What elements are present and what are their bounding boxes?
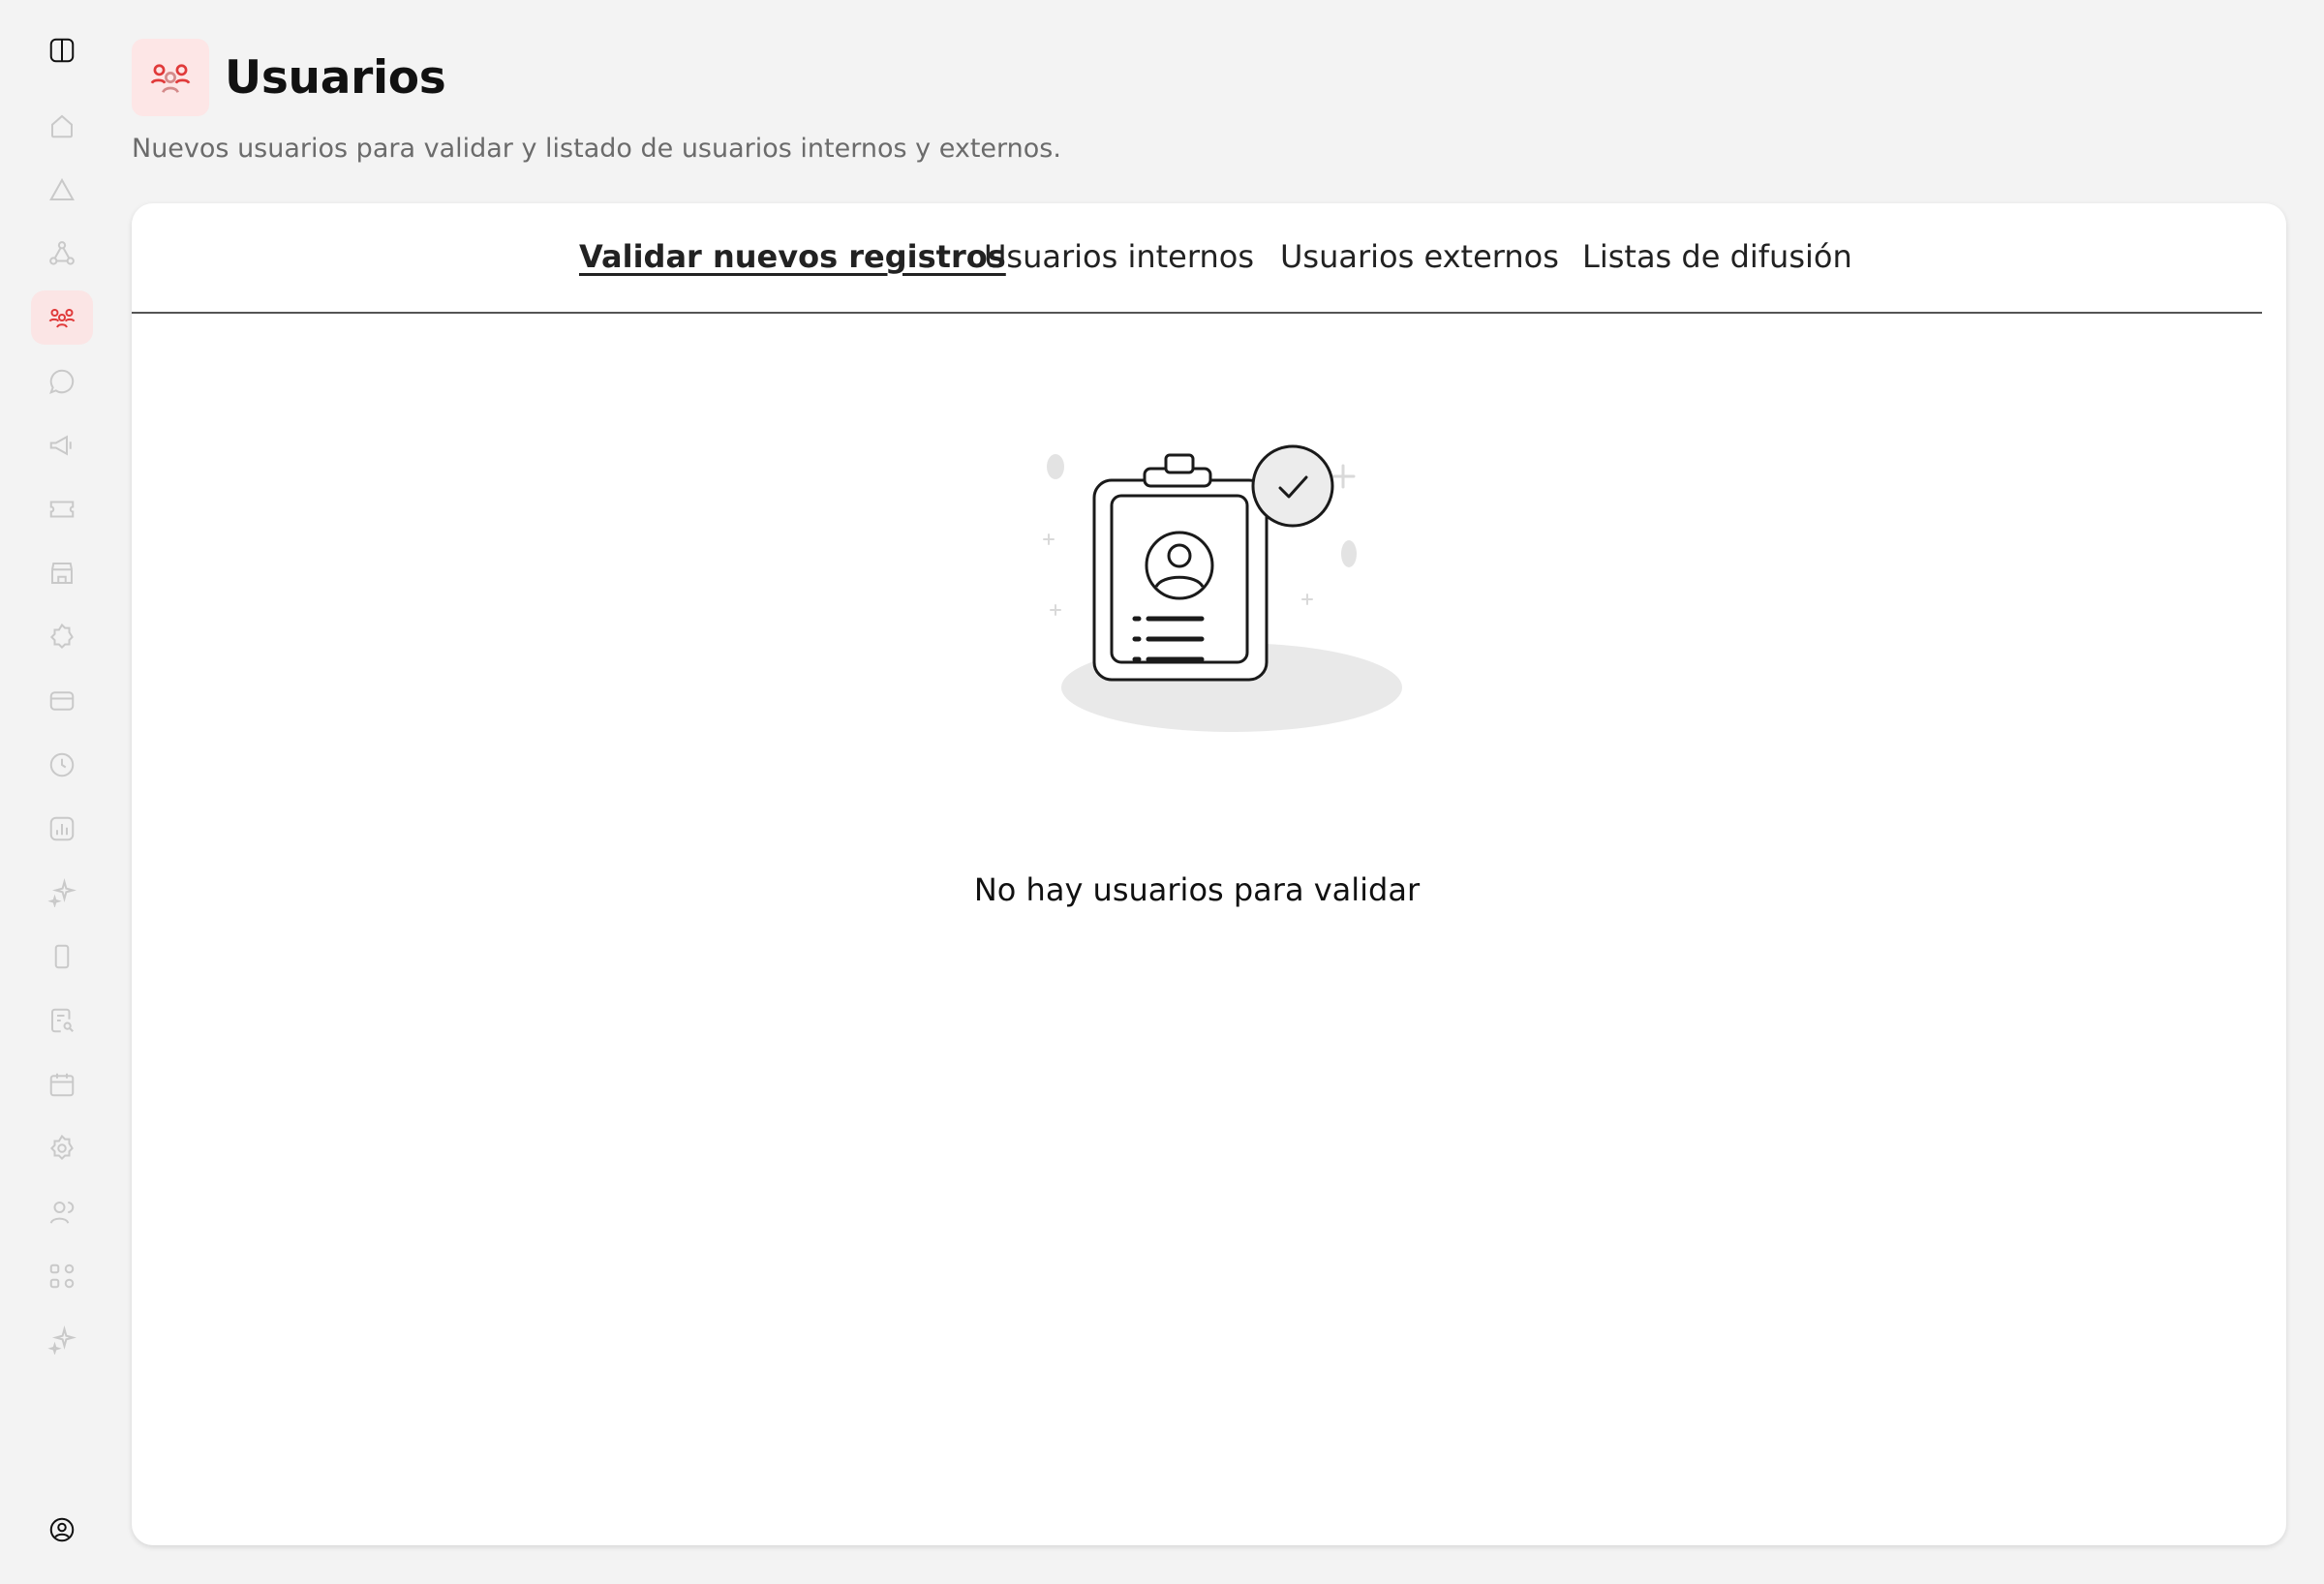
sidebar-item-tickets[interactable] bbox=[31, 482, 93, 536]
mobile-icon bbox=[54, 944, 70, 969]
sidebar-item-calendar[interactable] bbox=[31, 1057, 93, 1112]
megaphone-icon bbox=[49, 435, 72, 456]
sidebar-item-analytics[interactable] bbox=[31, 802, 93, 856]
account-button[interactable] bbox=[31, 1503, 93, 1557]
account-icon bbox=[49, 1517, 75, 1542]
sparkle-icon bbox=[47, 1325, 76, 1355]
sidebar-item-settings[interactable] bbox=[31, 1121, 93, 1175]
id-badge-check-icon bbox=[1043, 444, 1402, 732]
sparkle-icon bbox=[47, 878, 76, 907]
calendar-icon bbox=[49, 1073, 75, 1097]
users-icon bbox=[150, 64, 191, 94]
card-icon bbox=[49, 691, 75, 711]
main-card: Validar nuevos registros Usuarios intern… bbox=[132, 203, 2286, 1545]
sidebar-item-alerts[interactable] bbox=[31, 163, 93, 217]
sidebar-item-documents[interactable] bbox=[31, 993, 93, 1048]
tab-usuarios-externos[interactable]: Usuarios externos bbox=[1280, 238, 1559, 275]
sidebar-item-history[interactable] bbox=[31, 738, 93, 792]
analytics-icon bbox=[49, 816, 75, 841]
sidebar-item-mobile[interactable] bbox=[31, 929, 93, 984]
sidebar-item-ai[interactable] bbox=[31, 866, 93, 920]
page-subtitle: Nuevos usuarios para validar y listado d… bbox=[132, 134, 1061, 164]
document-search-icon bbox=[51, 1008, 74, 1033]
workflow-icon bbox=[49, 1264, 75, 1289]
tab-validar-nuevos-registros[interactable]: Validar nuevos registros bbox=[579, 238, 1006, 275]
sidebar-item-profile[interactable] bbox=[31, 1185, 93, 1239]
sidebar-item-store[interactable] bbox=[31, 546, 93, 600]
users-icon bbox=[48, 308, 76, 328]
sidebar-item-ai-assistant[interactable] bbox=[31, 1313, 93, 1367]
settings-icon bbox=[49, 1134, 74, 1161]
home-icon bbox=[51, 114, 73, 138]
ticket-icon bbox=[49, 501, 75, 518]
panel-toggle-icon bbox=[49, 38, 75, 63]
page-header: Usuarios bbox=[132, 37, 446, 118]
panel-toggle-button[interactable] bbox=[31, 23, 93, 77]
network-icon bbox=[49, 241, 75, 265]
sidebar-item-chat[interactable] bbox=[31, 354, 93, 409]
sidebar-item-network[interactable] bbox=[31, 227, 93, 281]
clock-icon bbox=[49, 752, 75, 777]
badge-icon bbox=[49, 623, 74, 650]
tab-bar: Validar nuevos registros Usuarios intern… bbox=[132, 203, 2262, 314]
user-icon bbox=[49, 1202, 75, 1224]
sidebar-item-workflows[interactable] bbox=[31, 1249, 93, 1303]
sidebar-item-payments[interactable] bbox=[31, 674, 93, 728]
sidebar-item-badges[interactable] bbox=[31, 610, 93, 664]
store-icon bbox=[51, 563, 73, 584]
page-icon bbox=[132, 39, 209, 116]
tab-usuarios-internos[interactable]: Usuarios internos bbox=[984, 238, 1254, 275]
page-title: Usuarios bbox=[225, 50, 446, 105]
sidebar-item-home[interactable] bbox=[31, 99, 93, 153]
sidebar bbox=[0, 0, 124, 1584]
empty-state-message: No hay usuarios para validar bbox=[973, 871, 1421, 908]
sidebar-item-users[interactable] bbox=[31, 290, 93, 345]
alert-triangle-icon bbox=[49, 177, 75, 200]
chat-icon bbox=[49, 369, 75, 394]
sidebar-item-campaigns[interactable] bbox=[31, 418, 93, 472]
tab-listas-de-difusion[interactable]: Listas de difusión bbox=[1582, 238, 1852, 275]
